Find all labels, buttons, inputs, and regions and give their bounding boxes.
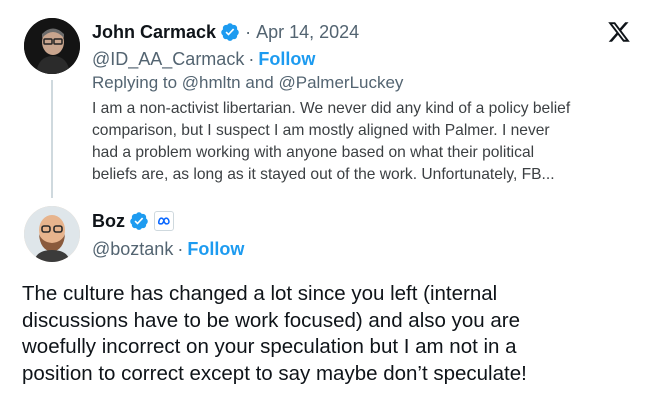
mention-link[interactable]: @PalmerLuckey bbox=[278, 73, 403, 92]
follow-button[interactable]: Follow bbox=[187, 239, 244, 260]
tweet-text-line: comparison, but I suspect I am mostly al… bbox=[92, 122, 550, 139]
tweet-text-line: had a problem working with anyone based … bbox=[92, 144, 535, 161]
tweet-date[interactable]: Apr 14, 2024 bbox=[256, 22, 359, 43]
and-label: and bbox=[245, 73, 274, 92]
verified-badge-icon bbox=[129, 211, 149, 231]
separator-dot: · bbox=[245, 21, 252, 42]
parent-author-row: John Carmack · Apr 14, 2024 bbox=[92, 20, 359, 44]
replying-to-line: Replying to @hmltn and @PalmerLuckey bbox=[92, 73, 403, 93]
reply-tweet-text: The culture has changed a lot since you … bbox=[22, 281, 632, 387]
x-logo-icon[interactable] bbox=[607, 20, 631, 44]
mention-link[interactable]: @hmltn bbox=[182, 73, 241, 92]
reply-author-handle[interactable]: @boztank bbox=[92, 239, 173, 260]
tweet-embed-card: John Carmack · Apr 14, 2024 @ID_AA_Carma… bbox=[0, 0, 650, 401]
parent-author-handle[interactable]: @ID_AA_Carmack bbox=[92, 49, 244, 70]
reply-author-name[interactable]: Boz bbox=[92, 211, 125, 232]
tweet-text-line: woefully incorrect on your speculation b… bbox=[22, 335, 517, 358]
parent-author-name[interactable]: John Carmack bbox=[92, 22, 216, 43]
reply-author-row: Boz bbox=[92, 209, 174, 233]
tweet-text-line: position to correct except to say maybe … bbox=[22, 361, 527, 385]
tweet-text-line: I am a non-activist libertarian. We neve… bbox=[92, 100, 571, 117]
separator-dot: · bbox=[248, 48, 255, 69]
replying-to-label: Replying to bbox=[92, 73, 178, 92]
john-carmack-avatar[interactable] bbox=[24, 18, 80, 74]
thread-connector-line bbox=[51, 80, 53, 198]
meta-affiliate-icon[interactable] bbox=[154, 211, 174, 231]
parent-handle-row: @ID_AA_Carmack · Follow bbox=[92, 47, 315, 71]
verified-badge-icon bbox=[220, 22, 240, 42]
tweet-text-line: beliefs are, as long as it stayed out of… bbox=[92, 166, 555, 183]
boz-avatar[interactable] bbox=[24, 206, 80, 262]
reply-handle-row: @boztank · Follow bbox=[92, 237, 244, 261]
tweet-text-line: The culture has changed a lot since you … bbox=[22, 282, 498, 305]
parent-tweet-text: I am a non-activist libertarian. We neve… bbox=[92, 98, 632, 186]
follow-button[interactable]: Follow bbox=[258, 49, 315, 70]
separator-dot: · bbox=[177, 238, 184, 259]
tweet-text-line: discussions have to be work focused) and… bbox=[22, 308, 520, 332]
